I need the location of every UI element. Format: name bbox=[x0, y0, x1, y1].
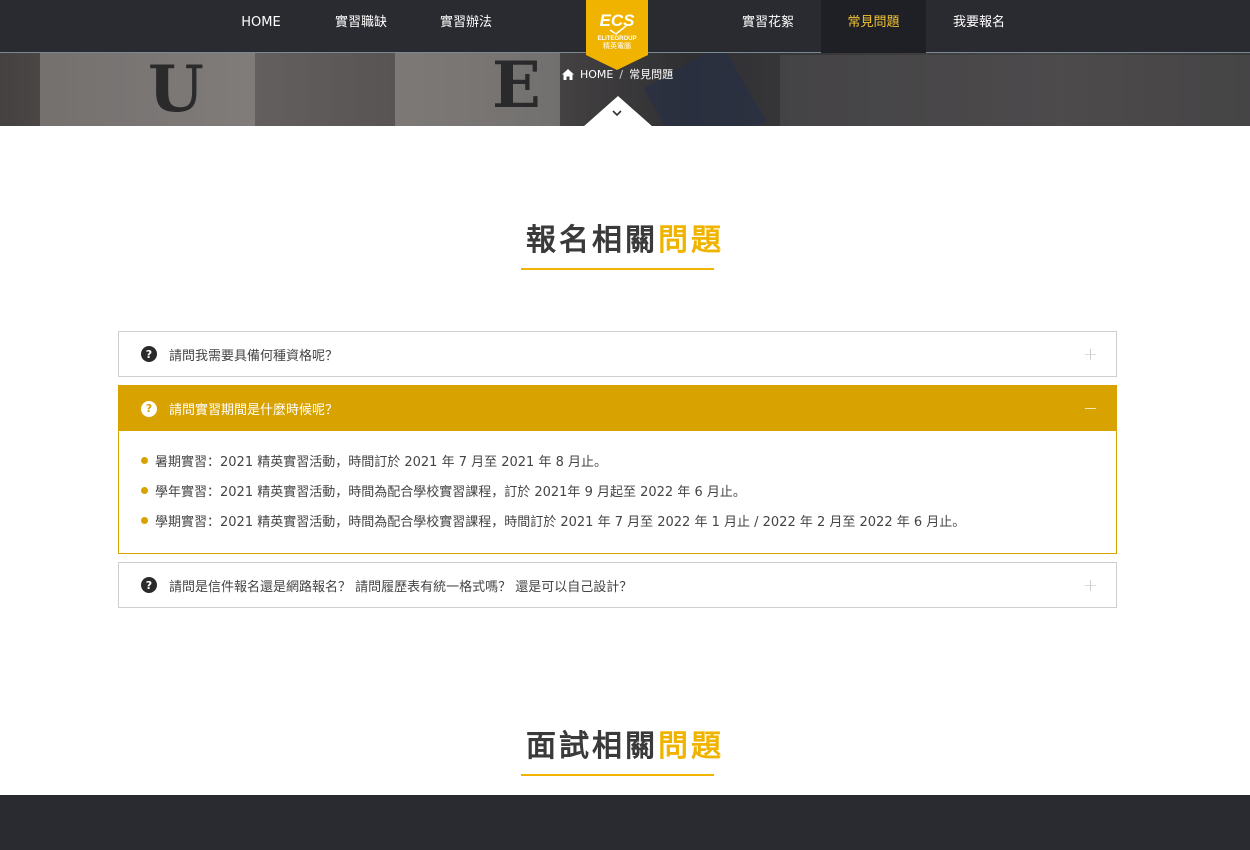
bullet-icon bbox=[141, 486, 148, 494]
answer-item: 暑期實習：2021 精英實習活動，時間訂於 2021 年 7 月至 2021 年… bbox=[141, 445, 1094, 475]
nav-item-apply[interactable]: 我要報名 bbox=[940, 0, 1018, 53]
nav-item-home[interactable]: HOME bbox=[222, 0, 300, 53]
section-title-highlight: 問題 bbox=[658, 223, 724, 258]
faq-item: ? 請問是信件報名還是網路報名？ 請問履歷表有統一格式嗎？ 還是可以自己設計？ … bbox=[118, 562, 1117, 608]
faq-answer: 暑期實習：2021 精英實習活動，時間訂於 2021 年 7 月至 2021 年… bbox=[119, 431, 1116, 553]
faq-question-header[interactable]: ? 請問實習期間是什麼時候呢？ − bbox=[119, 386, 1116, 431]
answer-item: 學年實習：2021 精英實習活動，時間為配合學校實習課程，訂於 2021年 9 … bbox=[141, 475, 1094, 505]
section-title-highlight: 問題 bbox=[658, 729, 724, 764]
breadcrumb-current: 常見問題 bbox=[629, 68, 674, 81]
section-underline bbox=[521, 774, 714, 776]
faq-question-header[interactable]: ? 請問是信件報名還是網路報名？ 請問履歷表有統一格式嗎？ 還是可以自己設計？ … bbox=[119, 563, 1116, 607]
breadcrumb-separator: / bbox=[619, 67, 624, 81]
question-circle-icon: ? bbox=[141, 400, 157, 417]
nav-item-internship-highlights[interactable]: 實習花絮 bbox=[729, 0, 807, 53]
breadcrumb-home[interactable]: HOME bbox=[580, 68, 613, 81]
section-underline bbox=[521, 268, 714, 270]
answer-item: 學期實習：2021 精英實習活動，時間為配合學校實習課程，時間訂於 2021 年… bbox=[141, 505, 1094, 535]
bullet-icon bbox=[141, 456, 148, 464]
logo-brand: ECS bbox=[600, 11, 636, 30]
expand-plus-icon[interactable]: + bbox=[1083, 575, 1098, 596]
question-circle-icon: ? bbox=[141, 577, 157, 593]
faq-question-text: 請問是信件報名還是網路報名？ 請問履歷表有統一格式嗎？ 還是可以自己設計？ bbox=[169, 579, 633, 595]
section-title-registration: 報名相關問題 bbox=[0, 215, 1250, 259]
footer bbox=[0, 795, 1250, 850]
bullet-icon bbox=[141, 516, 148, 524]
faq-question-text: 請問我需要具備何種資格呢？ bbox=[169, 348, 339, 364]
home-icon bbox=[562, 68, 574, 80]
nav-item-faq[interactable]: 常見問題 bbox=[821, 0, 926, 53]
nav-item-internship-rules[interactable]: 實習辦法 bbox=[427, 0, 505, 53]
question-circle-icon: ? bbox=[141, 346, 157, 362]
expand-plus-icon[interactable]: + bbox=[1083, 344, 1098, 365]
logo-cn: 精英電腦 bbox=[603, 41, 631, 50]
section-title-main: 報名相關 bbox=[526, 223, 658, 258]
faq-item: ? 請問我需要具備何種資格呢？ + bbox=[118, 331, 1117, 377]
ecs-logo[interactable]: ECS ELITEGROUP 精英電腦 bbox=[586, 0, 648, 70]
faq-question-header[interactable]: ? 請問我需要具備何種資格呢？ + bbox=[119, 332, 1116, 376]
section-title-interview: 面試相關問題 bbox=[0, 721, 1250, 765]
scroll-down-tab[interactable] bbox=[583, 96, 653, 127]
nav-item-internship-openings[interactable]: 實習職缺 bbox=[322, 0, 400, 53]
collapse-minus-icon[interactable]: − bbox=[1083, 398, 1098, 419]
faq-item-expanded: ? 請問實習期間是什麼時候呢？ − 暑期實習：2021 精英實習活動，時間訂於 … bbox=[118, 385, 1117, 554]
faq-question-text: 請問實習期間是什麼時候呢？ bbox=[169, 403, 339, 418]
breadcrumb: HOME / 常見問題 bbox=[562, 66, 673, 82]
section-title-main: 面試相關 bbox=[526, 729, 658, 764]
